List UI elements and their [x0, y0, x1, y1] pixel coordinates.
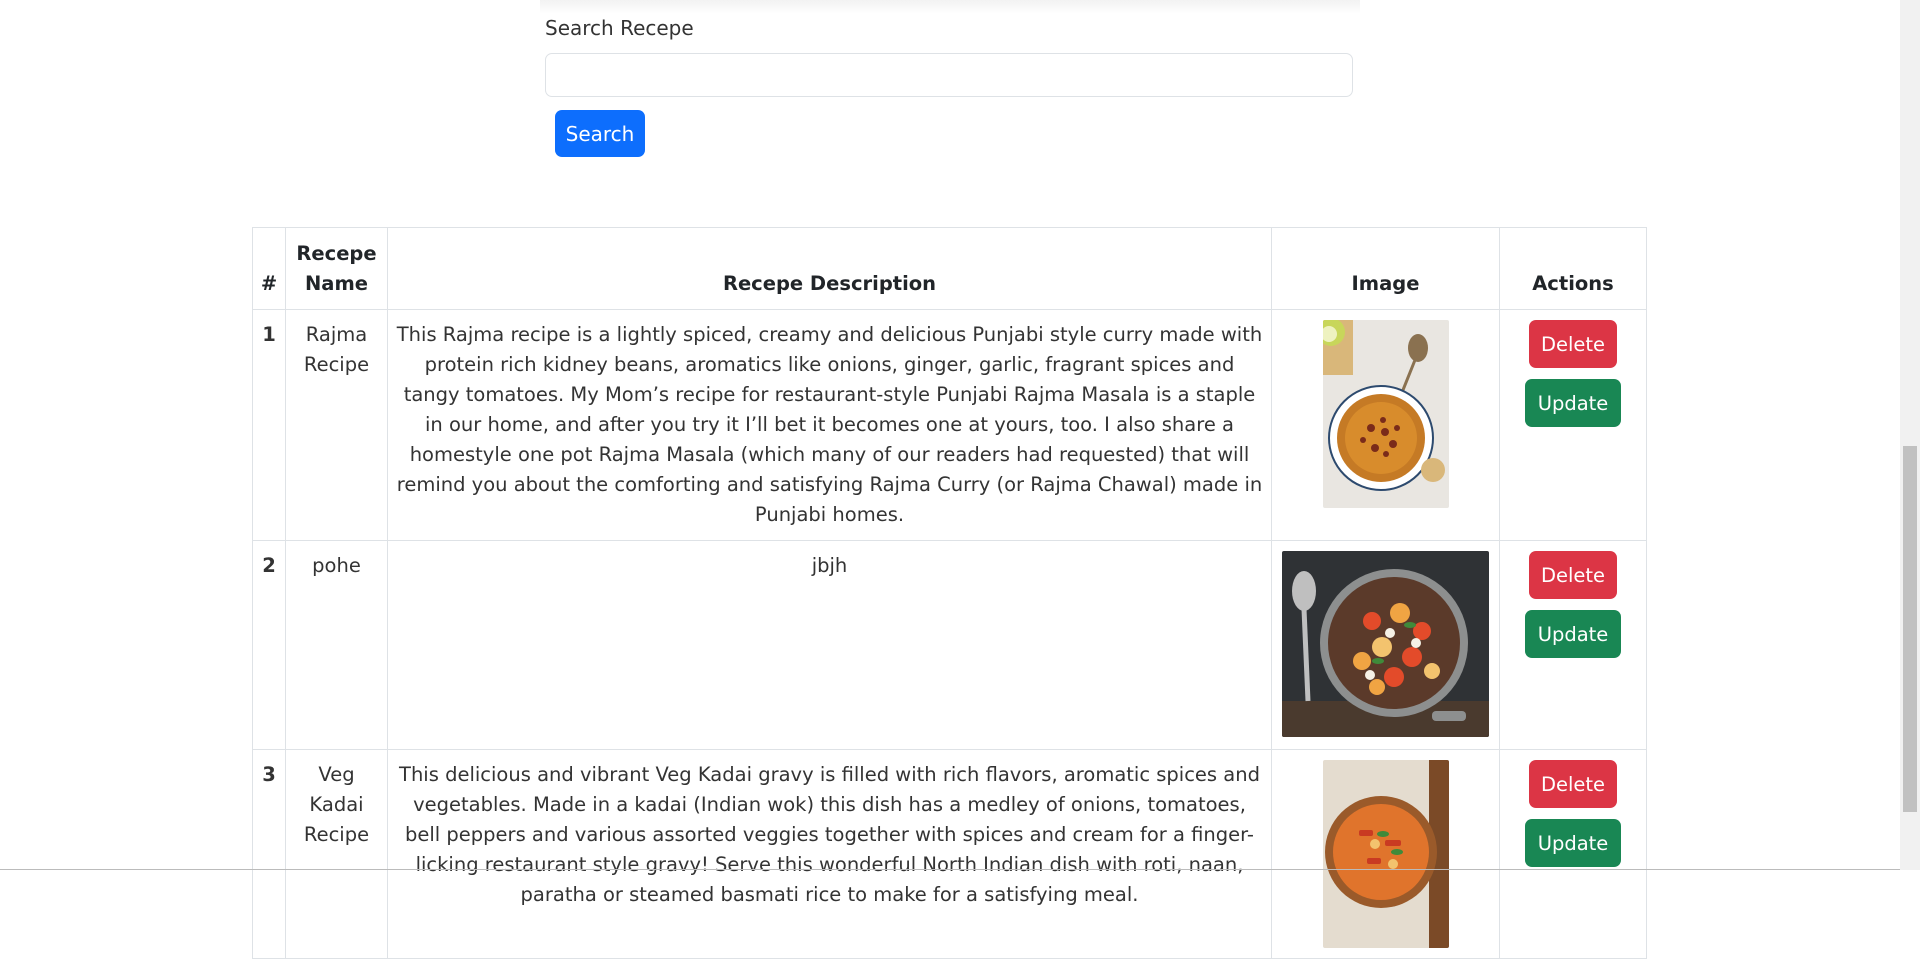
header-number: #	[252, 227, 286, 310]
header-image: Image	[1271, 227, 1500, 310]
rajma-curry-bowl-photo	[1322, 320, 1449, 508]
recipe-image-cell	[1271, 309, 1500, 541]
scrollbar-thumb[interactable]	[1903, 446, 1917, 812]
update-button[interactable]: Update	[1525, 610, 1621, 658]
delete-button[interactable]: Delete	[1529, 320, 1617, 368]
recipes-table: # Recepe Name Recepe Description Image A…	[252, 227, 1647, 959]
recipe-description: jbjh	[387, 540, 1272, 750]
recipe-name: Rajma Recipe	[285, 309, 388, 541]
header-actions: Actions	[1499, 227, 1647, 310]
update-button[interactable]: Update	[1525, 819, 1621, 867]
table-row: 1 Rajma Recipe This Rajma recipe is a li…	[252, 309, 1647, 541]
recipe-name: Veg Kadai Recipe	[285, 749, 388, 959]
search-input[interactable]	[545, 53, 1353, 97]
update-button[interactable]: Update	[1525, 379, 1621, 427]
vegetable-pan-photo	[1282, 551, 1489, 737]
row-number: 1	[252, 309, 286, 541]
actions-cell: Delete Update	[1499, 540, 1647, 750]
table-row: 3 Veg Kadai Recipe This delicious and vi…	[252, 749, 1647, 959]
row-number: 2	[252, 540, 286, 750]
delete-button[interactable]: Delete	[1529, 760, 1617, 808]
recipe-image-cell	[1271, 749, 1500, 959]
recipe-image-cell	[1271, 540, 1500, 750]
veg-kadai-pot-photo	[1322, 760, 1449, 948]
header-recipe-description: Recepe Description	[387, 227, 1272, 310]
search-button[interactable]: Search	[555, 110, 645, 157]
table-header-row: # Recepe Name Recepe Description Image A…	[252, 227, 1647, 310]
row-number: 3	[252, 749, 286, 959]
header-recipe-name: Recepe Name	[285, 227, 388, 310]
section-top-edge	[540, 0, 1360, 14]
actions-cell: Delete Update	[1499, 309, 1647, 541]
vertical-scrollbar[interactable]	[1900, 0, 1920, 870]
actions-cell: Delete Update	[1499, 749, 1647, 959]
table-row: 2 pohe jbjh Delete Update	[252, 540, 1647, 750]
recipe-name: pohe	[285, 540, 388, 750]
recipe-description: This Rajma recipe is a lightly spiced, c…	[387, 309, 1272, 541]
recipe-description: This delicious and vibrant Veg Kadai gra…	[387, 749, 1272, 959]
search-label: Search Recepe	[545, 16, 694, 40]
delete-button[interactable]: Delete	[1529, 551, 1617, 599]
